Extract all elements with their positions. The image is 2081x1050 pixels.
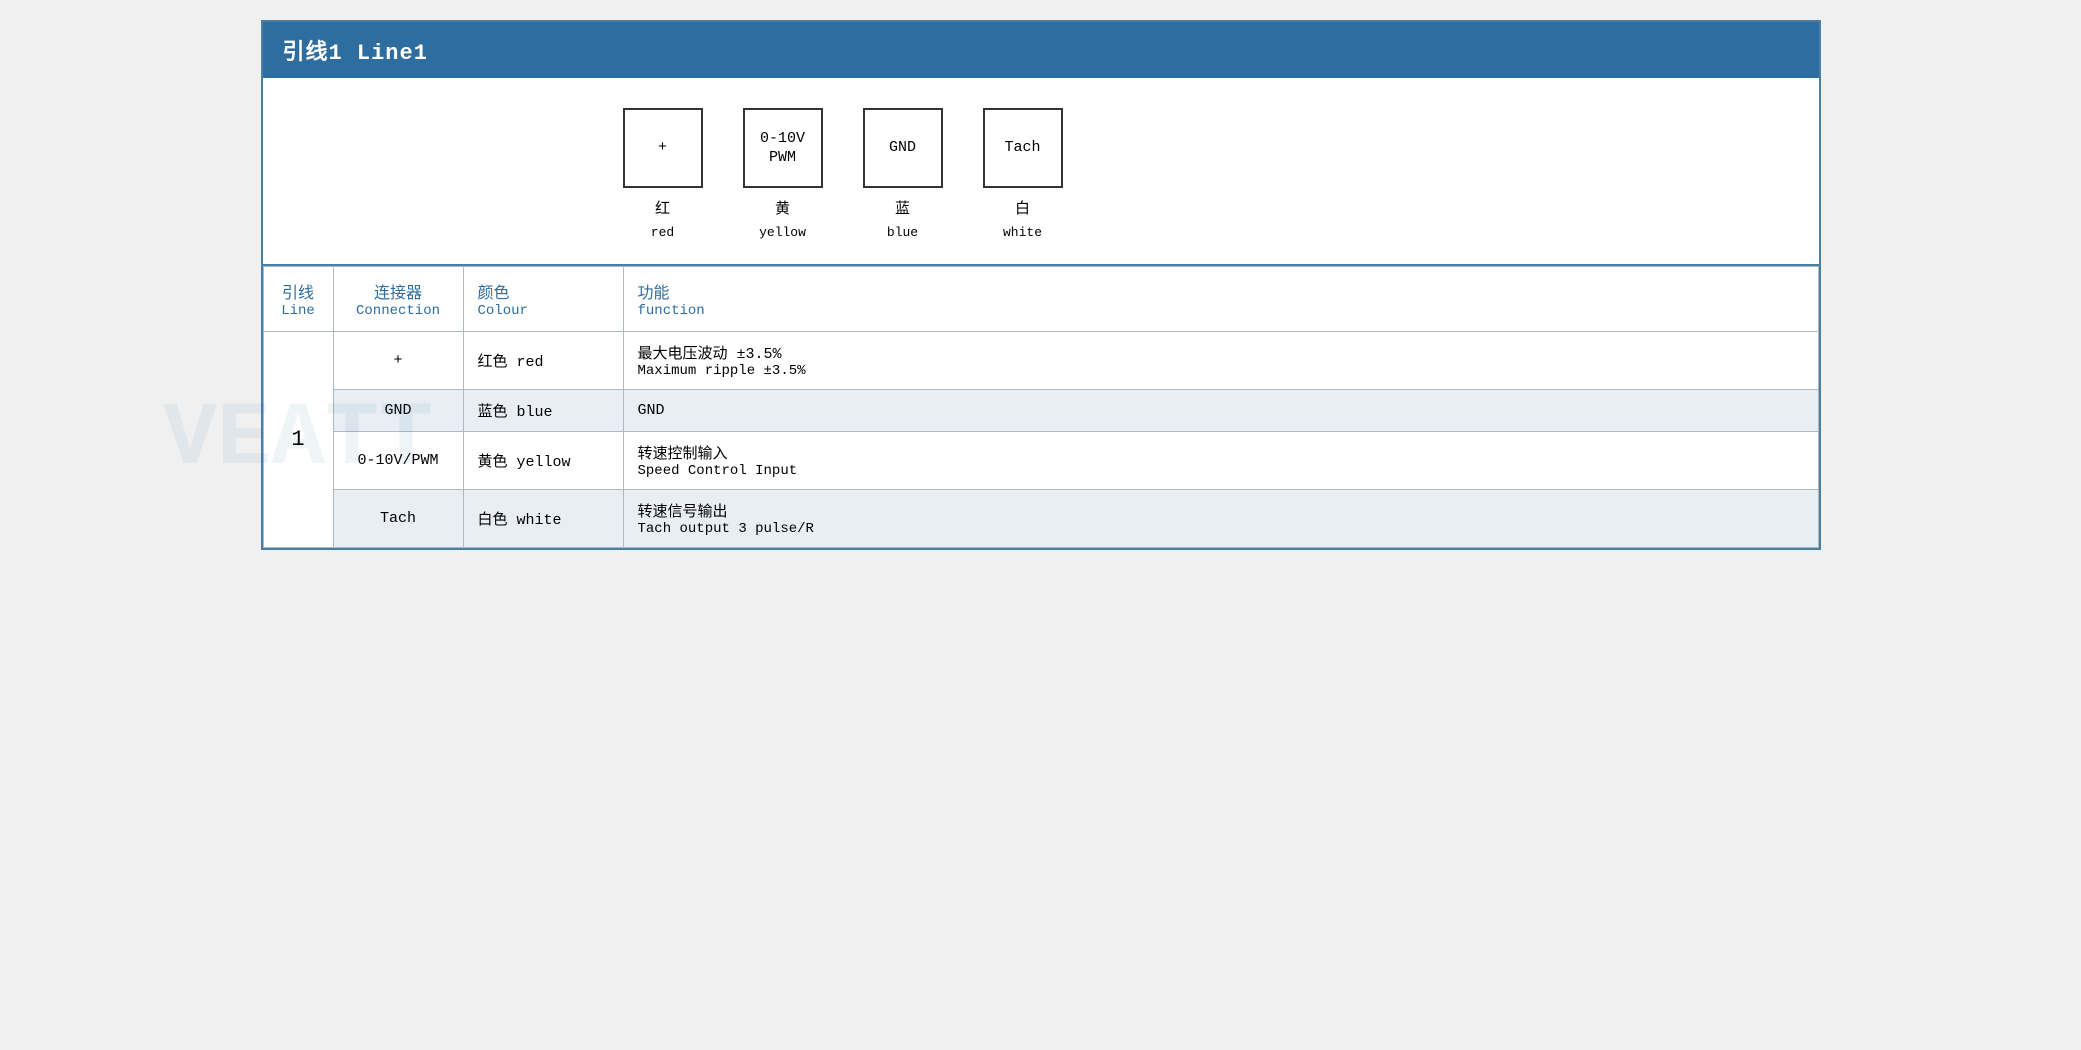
connector-box: GND bbox=[863, 108, 943, 188]
line-number: 1 bbox=[291, 427, 304, 452]
function-en: Maximum ripple ±3.5% bbox=[638, 363, 1804, 379]
connector-item: Tach 白white bbox=[983, 108, 1063, 244]
connection-cell: 0-10V/PWM bbox=[333, 432, 463, 490]
main-table: 引线 Line 连接器 Connection 颜色 Colour 功能 func… bbox=[263, 266, 1819, 548]
header-line: 引线 Line bbox=[263, 267, 333, 332]
connector-label: 黄yellow bbox=[759, 198, 806, 244]
function-cell: 转速控制输入Speed Control Input bbox=[623, 432, 1818, 490]
connector-box: Tach bbox=[983, 108, 1063, 188]
table-row: Tach白色 white转速信号输出Tach output 3 pulse/R bbox=[263, 490, 1818, 548]
table-row: VEATT1+红色 red最大电压波动 ±3.5%Maximum ripple … bbox=[263, 332, 1818, 390]
diagram-inner: + 红red 0-10V PWM 黄yellow GND 蓝blue Tach 白white bbox=[623, 108, 1063, 244]
title-bar: 引线1 Line1 bbox=[263, 22, 1819, 78]
connection-cell: GND bbox=[333, 390, 463, 432]
header-connection: 连接器 Connection bbox=[333, 267, 463, 332]
connector-label: 红red bbox=[651, 198, 674, 244]
function-cell: GND bbox=[623, 390, 1818, 432]
connection-cell: Tach bbox=[333, 490, 463, 548]
table-row: 0-10V/PWM黄色 yellow转速控制输入Speed Control In… bbox=[263, 432, 1818, 490]
connector-item: + 红red bbox=[623, 108, 703, 244]
colour-cell: 蓝色 blue bbox=[463, 390, 623, 432]
table-header-row: 引线 Line 连接器 Connection 颜色 Colour 功能 func… bbox=[263, 267, 1818, 332]
function-cell: 转速信号输出Tach output 3 pulse/R bbox=[623, 490, 1818, 548]
function-en: Tach output 3 pulse/R bbox=[638, 521, 1804, 537]
header-colour: 颜色 Colour bbox=[463, 267, 623, 332]
diagram-section: + 红red 0-10V PWM 黄yellow GND 蓝blue Tach 白white bbox=[263, 78, 1819, 266]
connector-label: 蓝blue bbox=[887, 198, 918, 244]
function-zh: 转速控制输入 bbox=[638, 442, 1804, 463]
colour-cell: 黄色 yellow bbox=[463, 432, 623, 490]
line-number-cell: VEATT1 bbox=[263, 332, 333, 548]
function-en: Speed Control Input bbox=[638, 463, 1804, 479]
function-zh: 最大电压波动 ±3.5% bbox=[638, 342, 1804, 363]
header-function: 功能 function bbox=[623, 267, 1818, 332]
colour-cell: 白色 white bbox=[463, 490, 623, 548]
table-row: GND蓝色 blueGND bbox=[263, 390, 1818, 432]
connection-cell: + bbox=[333, 332, 463, 390]
connector-label: 白white bbox=[1003, 198, 1042, 244]
connector-item: GND 蓝blue bbox=[863, 108, 943, 244]
main-container: 引线1 Line1 + 红red 0-10V PWM 黄yellow GND 蓝blue T… bbox=[261, 20, 1821, 550]
function-zh: GND bbox=[638, 402, 1804, 419]
connector-box: 0-10V PWM bbox=[743, 108, 823, 188]
function-zh: 转速信号输出 bbox=[638, 500, 1804, 521]
colour-cell: 红色 red bbox=[463, 332, 623, 390]
connector-box: + bbox=[623, 108, 703, 188]
function-cell: 最大电压波动 ±3.5%Maximum ripple ±3.5% bbox=[623, 332, 1818, 390]
page-title: 引线1 Line1 bbox=[283, 41, 428, 66]
connector-item: 0-10V PWM 黄yellow bbox=[743, 108, 823, 244]
